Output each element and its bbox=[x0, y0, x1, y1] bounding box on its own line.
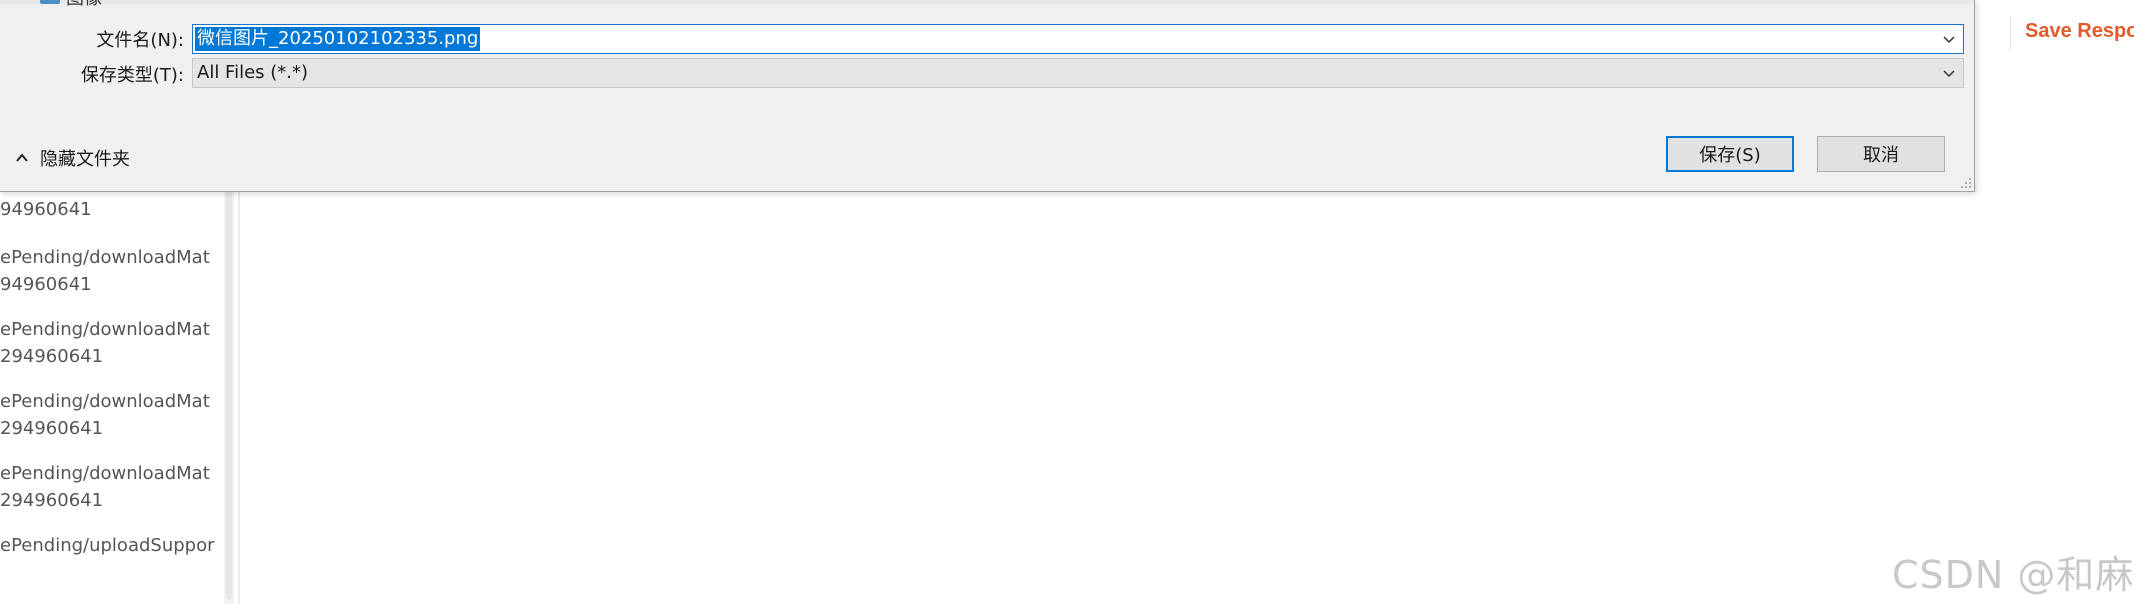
list-item-path: ePending/downloadMat bbox=[0, 391, 210, 412]
toolbar-divider bbox=[2010, 16, 2011, 50]
list-item[interactable]: ePending/downloadMat 294960641 bbox=[0, 388, 222, 442]
hide-folders-label: 隐藏文件夹 bbox=[40, 149, 130, 170]
list-item-path: ePending/downloadMat bbox=[0, 319, 210, 340]
dialog-top-edge bbox=[0, 0, 1974, 4]
save-button[interactable]: 保存(S) bbox=[1666, 136, 1794, 172]
cancel-button[interactable]: 取消 bbox=[1817, 136, 1945, 172]
list-item-path: ePending/downloadMat bbox=[0, 463, 210, 484]
save-response-button[interactable]: Save Respon bbox=[2025, 20, 2134, 43]
filetype-value: All Files (*.*) bbox=[197, 62, 309, 83]
watermark: CSDN @和麻 bbox=[1892, 553, 2134, 597]
filetype-label: 保存类型(T): bbox=[80, 65, 184, 86]
chevron-down-icon[interactable] bbox=[1941, 31, 1957, 47]
list-item-id: 294960641 bbox=[0, 346, 104, 367]
folder-tree-item[interactable]: 图像 bbox=[40, 0, 120, 9]
folder-tree-label: 图像 bbox=[66, 0, 102, 10]
list-item-id: 94960641 bbox=[0, 199, 92, 220]
resize-grip-icon[interactable] bbox=[1960, 177, 1972, 189]
list-item[interactable]: ePending/downloadMat 294960641 bbox=[0, 316, 222, 370]
filetype-select[interactable]: All Files (*.*) bbox=[192, 58, 1964, 88]
list-item-id: 294960641 bbox=[0, 490, 104, 511]
chevron-up-icon bbox=[16, 153, 28, 162]
chevron-down-icon[interactable] bbox=[1941, 65, 1957, 81]
picture-folder-icon bbox=[40, 0, 60, 4]
filename-label: 文件名(N): bbox=[96, 30, 184, 51]
hide-folders-toggle[interactable]: 隐藏文件夹 bbox=[14, 144, 130, 172]
filename-value: 微信图片_20250102102335.png bbox=[195, 27, 481, 51]
list-item[interactable]: ePending/downloadMat 94960641 bbox=[0, 244, 222, 298]
filename-input[interactable]: 微信图片_20250102102335.png bbox=[192, 24, 1964, 54]
list-item[interactable]: ePending/downloadMat 294960641 bbox=[0, 460, 222, 514]
list-item-id: 94960641 bbox=[0, 274, 92, 295]
list-item[interactable]: 94960641 bbox=[0, 196, 222, 223]
save-file-dialog: 图像 文件名(N): 微信图片_20250102102335.png 保存类型(… bbox=[0, 0, 1975, 192]
list-item-path: ePending/uploadSuppor bbox=[0, 535, 215, 556]
list-item-id: 294960641 bbox=[0, 418, 104, 439]
list-item-path: ePending/downloadMat bbox=[0, 247, 210, 268]
list-item[interactable]: ePending/uploadSuppor bbox=[0, 532, 222, 559]
